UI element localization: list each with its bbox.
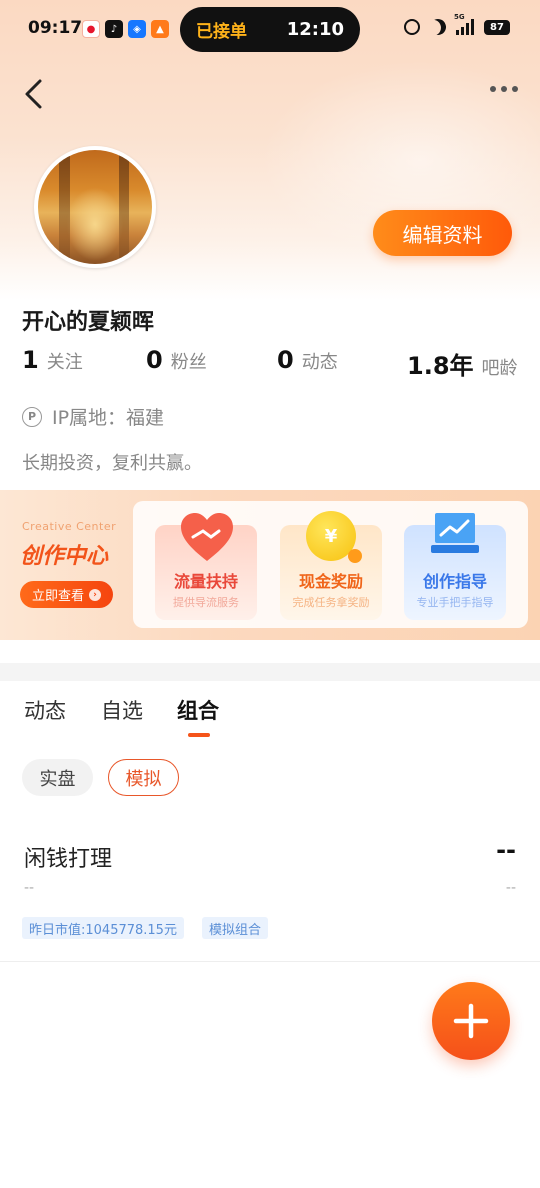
profile-stats: 1 关注 0 粉丝 0 动态 1.8年 吧龄	[22, 346, 522, 382]
coin-icon: ¥	[306, 511, 362, 563]
dot-icon	[490, 86, 496, 92]
weibo-icon: ●	[82, 20, 100, 38]
tab-watchlist[interactable]: 自选	[101, 695, 143, 725]
username: 开心的夏颖晖	[22, 310, 155, 335]
status-system-icons: 5G 87	[404, 13, 510, 38]
portfolio-sub-right: --	[505, 880, 516, 896]
portfolio-item[interactable]: 闲钱打理 -- -- -- 昨日市值:1045778.15元 模拟组合	[0, 820, 540, 962]
taobao-icon: ▲	[151, 20, 169, 38]
stat-account-age: 1.8年 吧龄	[407, 352, 518, 380]
tab-posts[interactable]: 动态	[24, 695, 66, 725]
alarm-icon	[404, 19, 420, 35]
portfolio-return: --	[496, 836, 516, 864]
tiktok-icon: ♪	[105, 20, 123, 38]
moon-icon	[428, 17, 449, 38]
portfolio-market-value-tag: 昨日市值:1045778.15元	[22, 917, 184, 939]
back-button[interactable]	[20, 76, 50, 112]
card-cash-reward[interactable]: ¥ 现金奖励 完成任务拿奖励	[280, 511, 382, 620]
chevron-right-icon: ›	[89, 588, 101, 601]
island-order-status: 已接单	[196, 22, 247, 42]
creative-center-panel: 流量扶持 提供导流服务 ¥ 现金奖励 完成任务拿奖励 创作指导 专业手把手指导	[133, 501, 528, 628]
add-button[interactable]	[432, 982, 510, 1060]
creative-center-banner[interactable]: Creative Center 创作中心 立即查看 › 流量扶持 提供导流服务 …	[0, 490, 540, 640]
stat-followers[interactable]: 0 粉丝	[146, 346, 207, 374]
portfolio-name: 闲钱打理	[24, 847, 113, 872]
dot-icon	[501, 86, 507, 92]
dynamic-island[interactable]: 已接单 12:10	[180, 7, 360, 52]
more-options-button[interactable]	[490, 86, 518, 92]
island-time: 12:10	[286, 19, 344, 40]
chip-simulated[interactable]: 模拟	[108, 759, 179, 796]
signal-icon: 5G	[454, 13, 474, 35]
content-tabs: 动态 自选 组合	[0, 695, 540, 745]
chevron-left-icon	[25, 79, 42, 109]
alipay-icon: ◈	[128, 20, 146, 38]
ip-location-text: IP属地：福建	[52, 407, 165, 429]
status-time: 09:17	[28, 18, 83, 38]
ip-location: P IP属地：福建	[22, 403, 164, 430]
active-tab-indicator	[188, 733, 210, 737]
status-bar: 09:17 ● ♪ ◈ ▲ 已接单 12:10 5G 87	[0, 0, 540, 60]
avatar-image	[38, 150, 152, 264]
stat-posts[interactable]: 0 动态	[277, 346, 338, 374]
location-p-icon: P	[22, 406, 42, 427]
tab-portfolio[interactable]: 组合	[177, 695, 219, 725]
profile-bio: 长期投资，复利共赢。	[22, 453, 202, 474]
handshake-heart-icon	[181, 513, 233, 561]
portfolio-type-tag: 模拟组合	[202, 917, 269, 939]
portfolio-sub-left: --	[24, 880, 35, 896]
creative-center-en-title: Creative Center	[22, 520, 117, 533]
network-type: 5G	[454, 13, 465, 21]
edit-profile-button[interactable]: 编辑资料	[373, 210, 512, 256]
chip-real[interactable]: 实盘	[22, 759, 93, 796]
plus-icon	[453, 1003, 489, 1039]
status-app-icons: ● ♪ ◈ ▲	[82, 20, 169, 38]
avatar[interactable]	[34, 146, 156, 268]
card-creation-guide[interactable]: 创作指导 专业手把手指导	[404, 513, 506, 620]
dot-icon	[512, 86, 518, 92]
chart-laptop-icon	[431, 513, 479, 553]
section-divider	[0, 663, 540, 681]
battery-icon: 87	[484, 19, 510, 35]
creative-center-title: 创作中心	[20, 544, 109, 569]
card-traffic-support[interactable]: 流量扶持 提供导流服务	[155, 513, 257, 620]
stat-following[interactable]: 1 关注	[22, 346, 83, 374]
view-now-button[interactable]: 立即查看 ›	[20, 581, 113, 608]
